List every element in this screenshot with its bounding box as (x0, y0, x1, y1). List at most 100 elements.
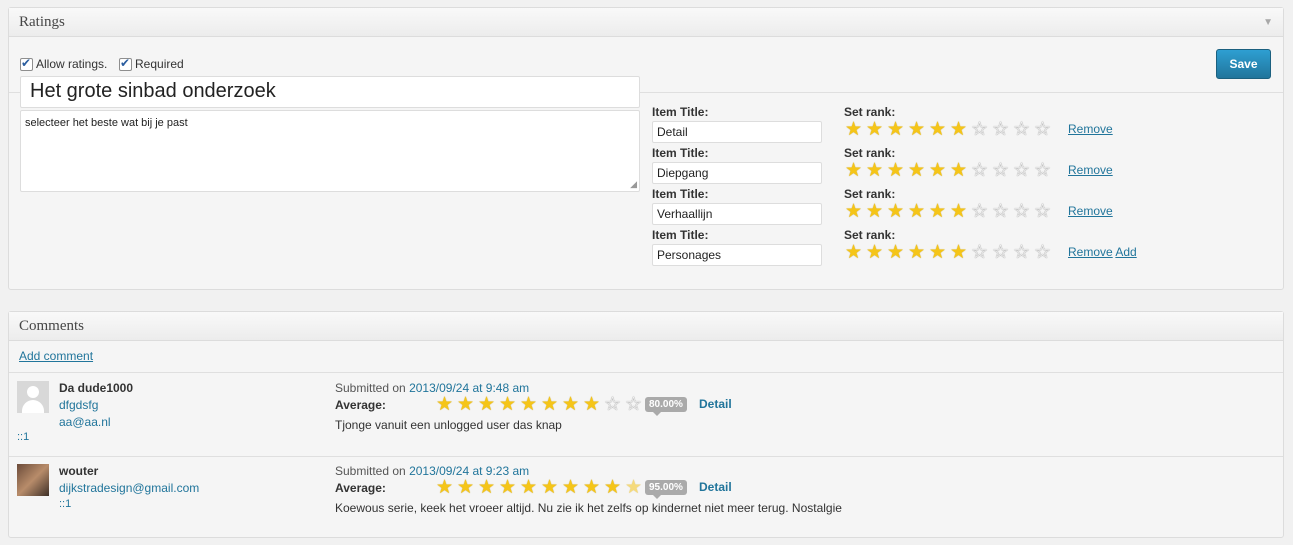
star-filled-icon[interactable]: ★ (885, 161, 906, 181)
star-filled-icon: ★ (456, 477, 475, 498)
comment-average-stars: ★ ★ ★ ★ ★ ★ ★ ★ ☆ ☆ (434, 395, 644, 415)
item-title-label: Item Title: (652, 146, 709, 160)
star-filled-icon[interactable]: ★ (906, 202, 927, 222)
rank-stars: ★ ★ ★ ★ ★ ★ ☆ ☆ ☆ ☆ (843, 202, 1053, 222)
submitted-on-label: Submitted on (335, 464, 406, 478)
comment-author-ip: ::1 (59, 498, 72, 510)
survey-title-input[interactable]: Het grote sinbad onderzoek (20, 76, 640, 108)
resize-grip-icon[interactable]: ◢ (630, 180, 637, 189)
comment-author-field[interactable]: dfgdsfg (59, 398, 98, 412)
star-filled-icon[interactable]: ★ (843, 161, 864, 181)
checkbox-checked-icon[interactable] (20, 56, 33, 71)
star-filled-icon[interactable]: ★ (885, 202, 906, 222)
item-title-input[interactable]: Diepgang (652, 162, 822, 184)
rating-item-row: Item Title: Diepgang Set rank: ★ ★ ★ ★ ★ ★ ☆ ☆ ☆ ☆ Re… (651, 146, 1271, 187)
star-filled-icon[interactable]: ★ (927, 243, 948, 263)
comment-author-email[interactable]: aa@aa.nl (59, 415, 111, 429)
detail-link[interactable]: Detail (699, 480, 732, 494)
star-filled-icon[interactable]: ★ (843, 202, 864, 222)
comment-item: Da dude1000 dfgdsfg aa@aa.nl ::1 Submitt… (9, 375, 1283, 457)
star-empty-icon[interactable]: ☆ (990, 243, 1011, 263)
item-row-actions: Remove (1068, 204, 1113, 218)
avatar (17, 464, 49, 496)
star-empty-icon[interactable]: ☆ (969, 243, 990, 263)
ratings-panel-header[interactable]: Ratings ▼ (9, 8, 1283, 37)
star-filled-icon[interactable]: ★ (948, 243, 969, 263)
comments-panel-header: Comments (9, 312, 1283, 341)
star-filled-icon[interactable]: ★ (864, 202, 885, 222)
star-empty-icon[interactable]: ☆ (1011, 243, 1032, 263)
remove-item-link[interactable]: Remove (1068, 163, 1113, 177)
item-title-input[interactable]: Detail (652, 121, 822, 143)
comment-submitted: Submitted on 2013/09/24 at 9:23 am (335, 464, 529, 478)
star-empty-icon[interactable]: ☆ (1011, 202, 1032, 222)
star-filled-icon: ★ (519, 477, 538, 498)
star-empty-icon[interactable]: ☆ (1032, 161, 1053, 181)
star-filled-icon[interactable]: ★ (927, 120, 948, 140)
add-comment-link[interactable]: Add comment (19, 349, 93, 363)
comments-panel-title: Comments (19, 318, 85, 334)
item-row-actions: Remove (1068, 122, 1113, 136)
comment-date-link[interactable]: 2013/09/24 at 9:23 am (409, 464, 529, 478)
star-empty-icon[interactable]: ☆ (990, 161, 1011, 181)
set-rank-label: Set rank: (844, 105, 896, 119)
star-filled-icon[interactable]: ★ (906, 161, 927, 181)
star-filled-icon[interactable]: ★ (948, 202, 969, 222)
comment-date-link[interactable]: 2013/09/24 at 9:48 am (409, 381, 529, 395)
star-filled-icon: ★ (435, 477, 454, 498)
star-filled-icon: ★ (498, 394, 517, 415)
item-title-input[interactable]: Verhaallijn (652, 203, 822, 225)
star-empty-icon[interactable]: ☆ (969, 161, 990, 181)
allow-ratings-checkbox[interactable]: Allow ratings. (20, 56, 107, 71)
star-half-icon: ★ (624, 477, 643, 498)
rank-stars: ★ ★ ★ ★ ★ ★ ☆ ☆ ☆ ☆ (843, 243, 1053, 263)
star-filled-icon[interactable]: ★ (864, 161, 885, 181)
star-empty-icon[interactable]: ☆ (1011, 120, 1032, 140)
star-empty-icon[interactable]: ☆ (1011, 161, 1032, 181)
star-empty-icon[interactable]: ☆ (1032, 243, 1053, 263)
remove-item-link[interactable]: Remove (1068, 122, 1113, 136)
comment-author-email[interactable]: dijkstradesign@gmail.com (59, 481, 199, 495)
star-filled-icon: ★ (456, 394, 475, 415)
star-filled-icon: ★ (540, 477, 559, 498)
remove-item-link[interactable]: Remove (1068, 245, 1113, 259)
rating-item-row: Item Title: Detail Set rank: ★ ★ ★ ★ ★ ★ ☆ ☆ ☆ ☆ Remo… (651, 105, 1271, 146)
star-filled-icon[interactable]: ★ (864, 120, 885, 140)
collapse-arrow-icon[interactable]: ▼ (1263, 17, 1273, 28)
star-empty-icon[interactable]: ☆ (969, 202, 990, 222)
star-filled-icon[interactable]: ★ (843, 120, 864, 140)
star-filled-icon[interactable]: ★ (927, 161, 948, 181)
item-title-label: Item Title: (652, 228, 709, 242)
star-empty-icon[interactable]: ☆ (990, 202, 1011, 222)
star-filled-icon[interactable]: ★ (864, 243, 885, 263)
star-filled-icon: ★ (582, 477, 601, 498)
rating-item-row: Item Title: Verhaallijn Set rank: ★ ★ ★ ★ ★ ★ ☆ ☆ ☆… (651, 187, 1271, 228)
rating-item-row: Item Title: Personages Set rank: ★ ★ ★ ★ ★ ★ ☆ ☆ ☆ ☆… (651, 228, 1271, 269)
star-filled-icon[interactable]: ★ (843, 243, 864, 263)
checkbox-checked-icon[interactable] (119, 56, 132, 71)
item-title-input[interactable]: Personages (652, 244, 822, 266)
star-filled-icon[interactable]: ★ (885, 243, 906, 263)
required-checkbox[interactable]: Required (119, 56, 184, 71)
star-filled-icon[interactable]: ★ (906, 243, 927, 263)
star-filled-icon[interactable]: ★ (948, 161, 969, 181)
star-empty-icon[interactable]: ☆ (990, 120, 1011, 140)
save-button[interactable]: Save (1216, 49, 1271, 79)
star-empty-icon[interactable]: ☆ (1032, 202, 1053, 222)
detail-link[interactable]: Detail (699, 397, 732, 411)
star-filled-icon: ★ (498, 477, 517, 498)
item-row-actions: Remove (1068, 163, 1113, 177)
star-filled-icon[interactable]: ★ (885, 120, 906, 140)
star-filled-icon[interactable]: ★ (927, 202, 948, 222)
add-item-link[interactable]: Add (1115, 245, 1136, 259)
survey-description-textarea[interactable]: selecteer het beste wat bij je past ◢ (20, 110, 640, 192)
star-filled-icon[interactable]: ★ (948, 120, 969, 140)
star-filled-icon[interactable]: ★ (906, 120, 927, 140)
star-filled-icon: ★ (561, 477, 580, 498)
star-empty-icon[interactable]: ☆ (1032, 120, 1053, 140)
star-filled-icon: ★ (561, 394, 580, 415)
remove-item-link[interactable]: Remove (1068, 204, 1113, 218)
star-empty-icon[interactable]: ☆ (969, 120, 990, 140)
add-comment-bar: Add comment (9, 341, 1283, 373)
set-rank-label: Set rank: (844, 228, 896, 242)
